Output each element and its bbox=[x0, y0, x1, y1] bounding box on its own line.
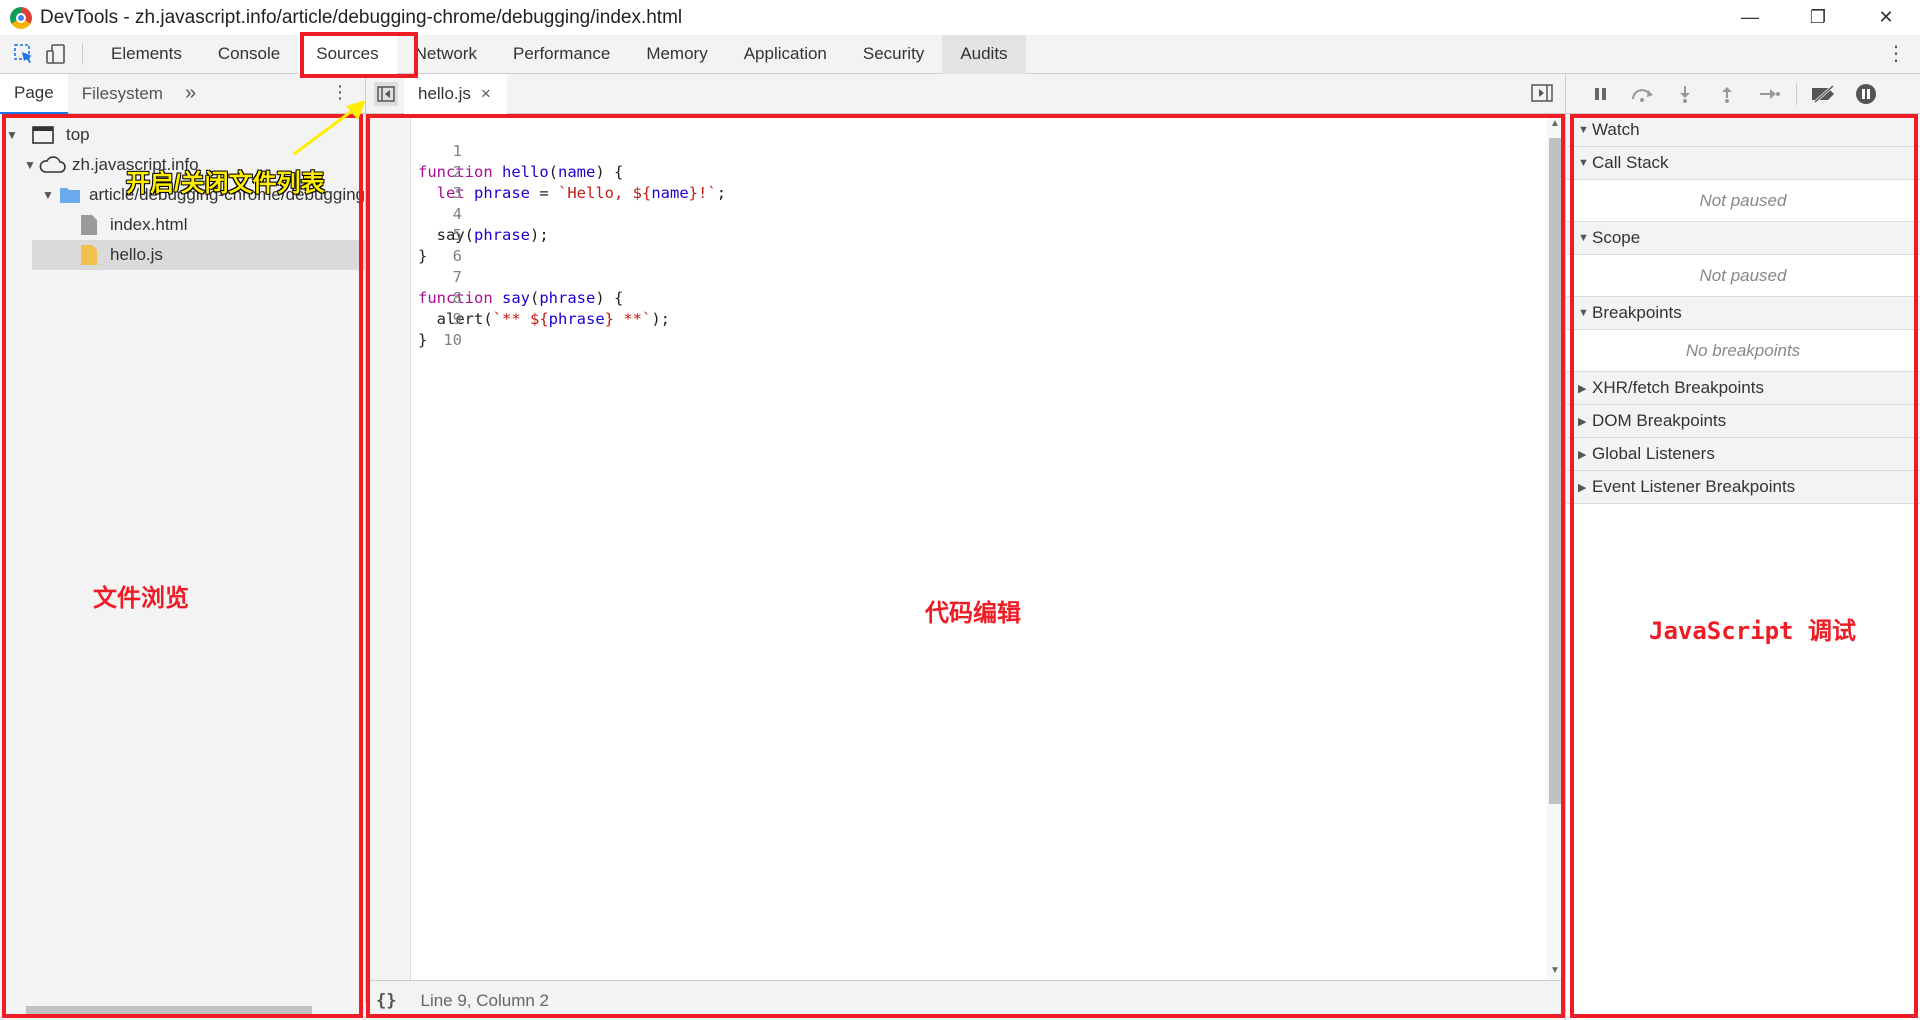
step-over-icon[interactable] bbox=[1622, 86, 1664, 102]
tab-console[interactable]: Console bbox=[200, 35, 298, 74]
minimize-button[interactable]: — bbox=[1716, 0, 1784, 35]
tab-memory[interactable]: Memory bbox=[628, 35, 725, 74]
editor-file-tab[interactable]: hello.js × bbox=[404, 73, 507, 114]
step-out-icon[interactable] bbox=[1706, 85, 1748, 103]
window-title-bar: DevTools - zh.javascript.info/article/de… bbox=[0, 0, 1920, 35]
annotation-toggle-file-list: 开启/关闭文件列表 bbox=[126, 170, 325, 197]
deactivate-breakpoints-icon[interactable] bbox=[1803, 84, 1845, 103]
annotation-arrow-icon bbox=[293, 100, 366, 156]
tab-filesystem[interactable]: Filesystem bbox=[68, 74, 177, 114]
inspect-element-icon[interactable] bbox=[8, 38, 40, 70]
annotation-file-browse: 文件浏览 bbox=[93, 585, 189, 612]
pause-on-exceptions-icon[interactable] bbox=[1845, 83, 1887, 105]
toolbar-separator bbox=[1796, 82, 1797, 105]
annotation-code-edit: 代码编辑 bbox=[925, 600, 1021, 627]
chrome-logo-icon bbox=[10, 6, 32, 29]
step-into-icon[interactable] bbox=[1664, 85, 1706, 103]
step-icon[interactable] bbox=[1748, 87, 1790, 101]
annotation-js-debug: JavaScript 调试 bbox=[1649, 617, 1856, 645]
window-title: DevTools - zh.javascript.info/article/de… bbox=[40, 6, 683, 28]
editor-highlight bbox=[366, 114, 1565, 1018]
toggle-debugger-icon[interactable] bbox=[1531, 84, 1553, 104]
tab-security[interactable]: Security bbox=[845, 35, 942, 74]
tab-page[interactable]: Page bbox=[0, 73, 68, 114]
sources-tab-highlight bbox=[300, 32, 418, 78]
tab-performance[interactable]: Performance bbox=[495, 35, 628, 74]
device-toolbar-icon[interactable] bbox=[40, 38, 72, 70]
tab-elements[interactable]: Elements bbox=[93, 35, 200, 74]
tab-application[interactable]: Application bbox=[726, 35, 845, 74]
toolbar-separator bbox=[82, 43, 83, 65]
editor-tabbar: hello.js × bbox=[366, 73, 1565, 114]
navigator-highlight bbox=[2, 114, 363, 1018]
close-window-button[interactable]: ✕ bbox=[1852, 0, 1920, 35]
devtools-main-toolbar: Elements Console Sources Network Perform… bbox=[0, 34, 1920, 74]
debugger-highlight bbox=[1570, 114, 1918, 1018]
restore-button[interactable]: ❐ bbox=[1784, 0, 1852, 35]
file-tab-label: hello.js bbox=[418, 83, 471, 103]
more-tabs-icon[interactable]: » bbox=[177, 82, 196, 105]
customize-menu-icon[interactable]: ⋮ bbox=[1886, 41, 1906, 66]
tab-audits[interactable]: Audits bbox=[942, 34, 1026, 74]
debugger-toolbar bbox=[1565, 74, 1920, 114]
pause-icon[interactable] bbox=[1580, 87, 1622, 101]
close-tab-icon[interactable]: × bbox=[481, 84, 491, 104]
window-controls: — ❐ ✕ bbox=[1716, 0, 1920, 35]
